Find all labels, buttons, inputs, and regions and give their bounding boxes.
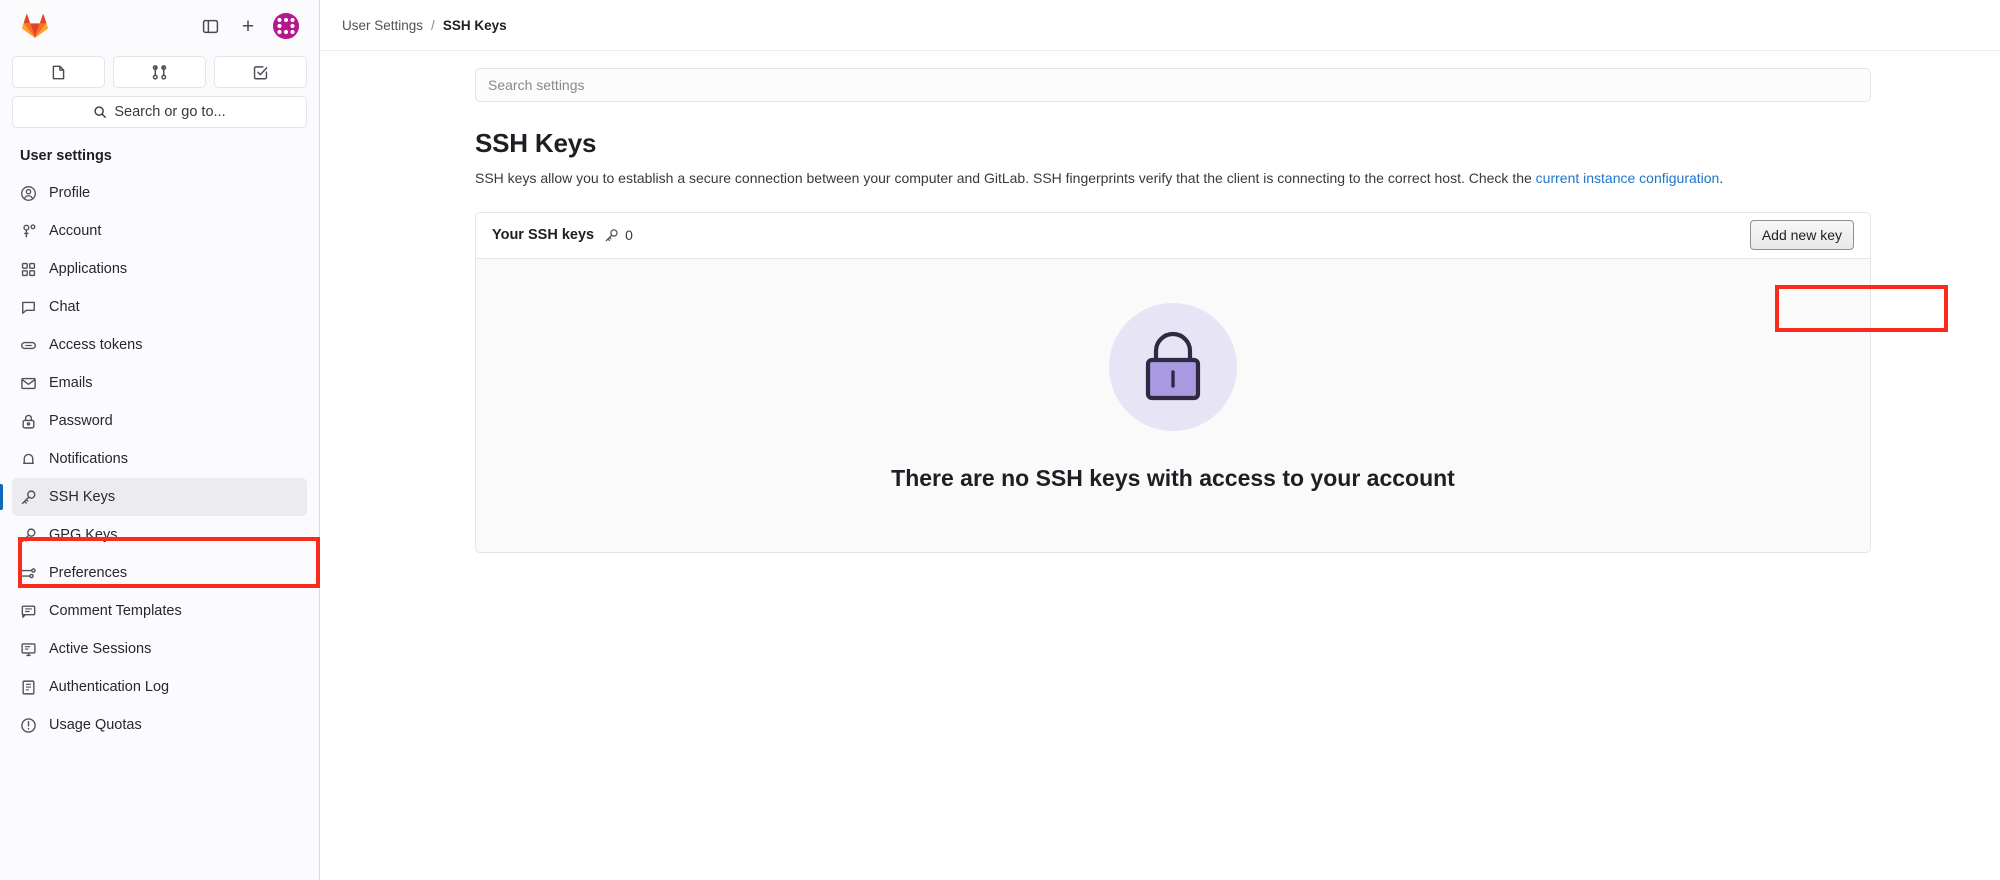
lock-icon <box>1145 331 1201 400</box>
plus-glyph: + <box>241 14 255 38</box>
sidebar-item-chat[interactable]: Chat <box>12 288 307 326</box>
sidebar-item-label: SSH Keys <box>49 489 116 505</box>
sidebar-item-account[interactable]: Account <box>12 212 307 250</box>
sidebar-item-notifications[interactable]: Notifications <box>12 440 307 478</box>
ssh-keys-empty-state: There are no SSH keys with access to you… <box>476 259 1870 553</box>
sidebar-item-access-tokens[interactable]: Access tokens <box>12 326 307 364</box>
key-icon <box>20 527 37 544</box>
search-or-go-to-label: Search or go to... <box>114 104 226 120</box>
page-description: SSH keys allow you to establish a secure… <box>475 168 1865 190</box>
add-new-key-button[interactable]: Add new key <box>1749 220 1854 251</box>
sidebar-item-gpg-keys[interactable]: GPG Keys <box>12 516 307 554</box>
sidebar-item-label: Preferences <box>49 565 128 581</box>
sidebar-item-label: Emails <box>49 375 93 391</box>
sidebar-item-active-sessions[interactable]: Active Sessions <box>12 630 307 668</box>
todo-list-icon[interactable] <box>214 56 307 88</box>
main-content: User Settings / SSH Keys SSH Keys SSH ke… <box>320 0 2000 880</box>
search-settings-input[interactable] <box>475 68 1871 102</box>
sidebar-item-label: Access tokens <box>49 337 143 353</box>
sidebar-item-label: Active Sessions <box>49 641 152 657</box>
sidebar-item-label: Password <box>49 413 113 429</box>
quota-clock-icon <box>20 717 37 734</box>
breadcrumb-separator: / <box>431 17 435 33</box>
page-description-text-1: SSH keys allow you to establish a secure… <box>475 170 1536 186</box>
toggle-sidebar-icon[interactable] <box>195 11 225 41</box>
token-icon <box>20 337 37 354</box>
avatar[interactable] <box>273 13 299 39</box>
email-icon <box>20 375 37 392</box>
account-icon <box>20 223 37 240</box>
ssh-keys-card-title: Your SSH keys <box>492 227 595 244</box>
key-icon <box>20 489 37 506</box>
log-book-icon <box>20 679 37 696</box>
content-scroll-area: SSH Keys SSH keys allow you to establish… <box>320 51 2000 880</box>
empty-state-title: There are no SSH keys with access to you… <box>891 464 1455 491</box>
sidebar-item-label: Notifications <box>49 451 128 467</box>
create-new-icon[interactable]: + <box>233 11 263 41</box>
ssh-key-count-value: 0 <box>625 227 633 244</box>
current-instance-configuration-link[interactable]: current instance configuration <box>1536 170 1720 186</box>
breadcrumb-current: SSH Keys <box>442 17 507 33</box>
chat-icon <box>20 299 37 316</box>
key-icon <box>605 228 618 241</box>
sidebar-item-label: Comment Templates <box>49 603 182 619</box>
breadcrumb: User Settings / SSH Keys <box>320 0 2000 51</box>
content-container: SSH Keys SSH keys allow you to establish… <box>475 68 1871 554</box>
sidebar-item-emails[interactable]: Emails <box>12 364 307 402</box>
gitlab-logo-icon[interactable] <box>20 11 50 41</box>
merge-requests-icon[interactable] <box>113 56 206 88</box>
breadcrumb-parent[interactable]: User Settings <box>342 18 423 33</box>
monitor-icon <box>20 641 37 658</box>
sidebar-item-ssh-keys[interactable]: SSH Keys <box>0 478 307 516</box>
ssh-key-count: 0 <box>604 227 633 243</box>
sidebar-item-label: Account <box>49 223 102 239</box>
sidebar-item-preferences[interactable]: Preferences <box>12 554 307 592</box>
applications-icon <box>20 261 37 278</box>
comment-icon <box>20 603 37 620</box>
search-or-go-to-button[interactable]: Search or go to... <box>12 96 307 128</box>
ssh-keys-card-header: Your SSH keys 0 Add new key <box>476 212 1870 259</box>
sidebar-item-label: Authentication Log <box>49 679 170 695</box>
left-sidebar: + Search or go to... User settings Profi… <box>0 0 320 880</box>
sidebar-header: + <box>12 0 307 52</box>
sidebar-item-password[interactable]: Password <box>12 402 307 440</box>
sidebar-item-label: Applications <box>49 261 128 277</box>
sidebar-item-usage-quotas[interactable]: Usage Quotas <box>12 706 307 744</box>
sidebar-shortcuts <box>12 52 307 96</box>
sidebar-item-comment-templates[interactable]: Comment Templates <box>12 592 307 630</box>
lock-illustration <box>1109 302 1237 431</box>
ssh-keys-card: Your SSH keys 0 Add new key There are no… <box>475 211 1871 554</box>
sidebar-item-label: Chat <box>49 299 80 315</box>
sidebar-item-label: Profile <box>49 185 91 201</box>
preferences-sliders-icon <box>20 565 37 582</box>
page-title: SSH Keys <box>475 128 597 158</box>
profile-icon <box>20 185 37 202</box>
sidebar-item-applications[interactable]: Applications <box>12 250 307 288</box>
sidebar-section-title: User settings <box>20 148 112 164</box>
page-description-text-2: . <box>1719 170 1724 186</box>
search-icon <box>94 106 107 118</box>
password-lock-icon <box>20 413 37 430</box>
sidebar-item-label: Usage Quotas <box>49 717 142 733</box>
sidebar-item-authentication-log[interactable]: Authentication Log <box>12 668 307 706</box>
sidebar-nav: Profile Account Applications Chat Access tok… <box>0 174 307 744</box>
issues-icon[interactable] <box>12 56 105 88</box>
sidebar-item-label: GPG Keys <box>49 527 118 543</box>
notification-bell-icon <box>20 451 37 468</box>
sidebar-item-profile[interactable]: Profile <box>12 174 307 212</box>
gitlab-app-window: + Search or go to... User settings Profi… <box>0 0 2000 880</box>
